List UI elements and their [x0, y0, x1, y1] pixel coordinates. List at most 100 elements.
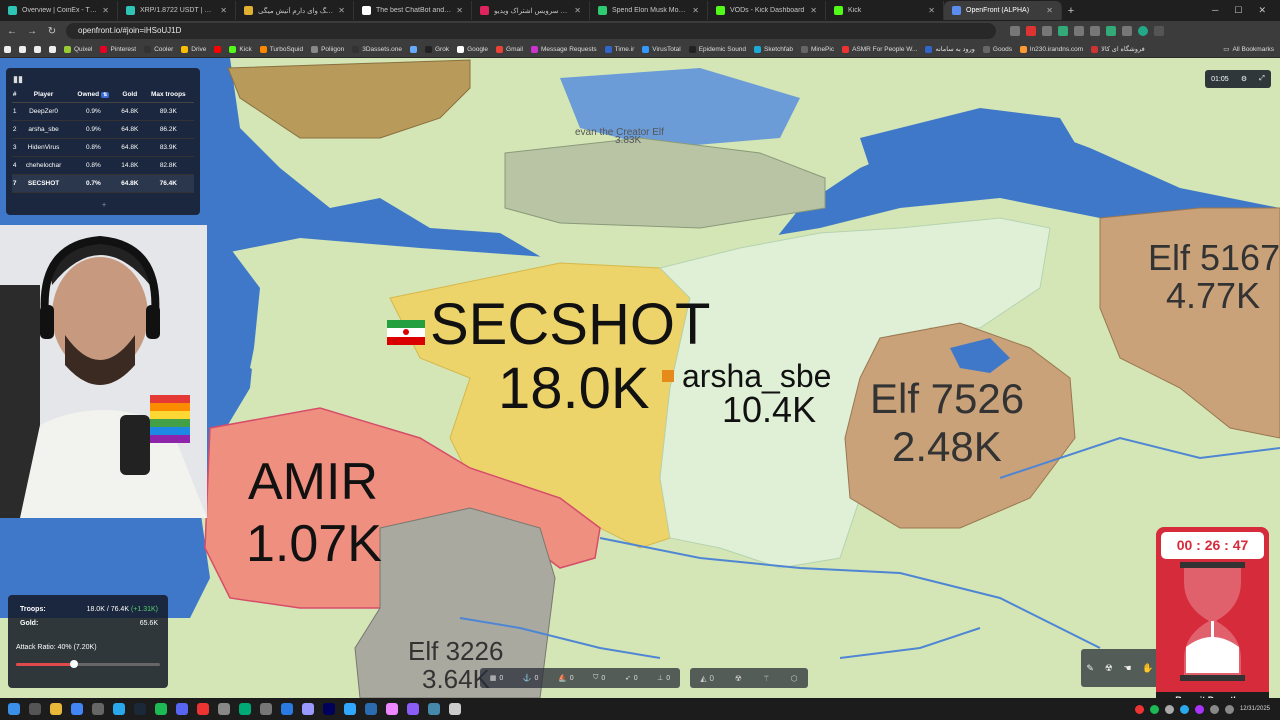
tray-icon[interactable]: [1134, 704, 1144, 714]
menu-icon[interactable]: [1154, 26, 1164, 36]
tab-kick-dashboard[interactable]: VODs - Kick Dashboard ✕: [708, 1, 826, 20]
app-icon[interactable]: [407, 703, 419, 715]
photoshop-icon[interactable]: [344, 703, 356, 715]
col-gold[interactable]: Gold: [116, 88, 143, 103]
tray-icon[interactable]: [1179, 704, 1189, 714]
premiere-icon[interactable]: [323, 703, 335, 715]
bookmark-3dassets[interactable]: 3Dassets.one: [352, 45, 402, 53]
bookmark-link[interactable]: [409, 45, 417, 53]
wifi-icon[interactable]: [1209, 704, 1219, 714]
atom-bomb-button[interactable]: ◭ 0: [700, 674, 714, 683]
hydrogen-bomb-icon[interactable]: ⬡: [791, 674, 798, 683]
telegram-icon[interactable]: [113, 703, 125, 715]
back-icon[interactable]: ←: [6, 26, 18, 37]
close-icon[interactable]: ✕: [692, 6, 699, 15]
discord-icon[interactable]: [176, 703, 188, 715]
app-icon[interactable]: [428, 703, 440, 715]
tab-elon-money[interactable]: Spend Elon Musk Money ✕: [590, 1, 708, 20]
bookmark-app-icon[interactable]: [19, 45, 26, 53]
tray-icon[interactable]: [1194, 704, 1204, 714]
pen-icon[interactable]: ✎: [1086, 663, 1094, 674]
tab-chatbot[interactable]: The best ChatBot and Widgets✕: [354, 1, 472, 20]
bookmark-youtube[interactable]: [214, 45, 222, 53]
close-icon[interactable]: ✕: [220, 6, 227, 15]
start-icon[interactable]: [8, 703, 20, 715]
tab-kick[interactable]: Kick ✕: [826, 1, 944, 20]
system-clock[interactable]: 12/31/2025: [1240, 705, 1270, 713]
app-icon[interactable]: [281, 703, 293, 715]
leaderboard-row[interactable]: 3 HidenVirus 0.8% 64.8K 83.9K: [12, 138, 194, 157]
nuke-icon[interactable]: ☢: [1105, 663, 1113, 674]
extension-icon[interactable]: [1122, 26, 1132, 36]
bookmark-sketchfab[interactable]: Sketchfab: [754, 45, 793, 53]
extension-icon[interactable]: [1042, 26, 1052, 36]
settings-gear-icon[interactable]: ⚙: [1241, 75, 1247, 83]
tray-icon[interactable]: [1149, 704, 1159, 714]
bookmark-app-icon[interactable]: [34, 45, 41, 53]
leaderboard-expand-button[interactable]: +: [102, 202, 106, 209]
close-icon[interactable]: ✕: [574, 6, 581, 15]
app-icon[interactable]: [218, 703, 230, 715]
close-icon[interactable]: ✕: [810, 6, 817, 15]
leaderboard-icon[interactable]: ▮▮: [13, 74, 23, 85]
bookmark-kick[interactable]: Kick: [229, 45, 252, 53]
exit-icon[interactable]: ⤢: [1259, 75, 1265, 83]
bookmark-turbosquid[interactable]: TurboSquid: [259, 45, 303, 53]
app-icon[interactable]: [197, 703, 209, 715]
bookmark-pinterest[interactable]: Pinterest: [100, 45, 136, 53]
close-icon[interactable]: ✕: [102, 6, 109, 15]
bookmark-asmr[interactable]: ASMR For People W...: [842, 45, 917, 53]
forward-icon[interactable]: →: [26, 26, 38, 37]
extension-icon[interactable]: [1106, 26, 1116, 36]
extension-icon[interactable]: [1010, 26, 1020, 36]
attack-ratio-knob[interactable]: [69, 660, 78, 668]
bookmark-grok[interactable]: Grok: [424, 45, 449, 53]
bookmark-cooler[interactable]: Cooler: [144, 45, 173, 53]
profile-icon[interactable]: [1138, 26, 1148, 36]
leaderboard-row-self[interactable]: 7 SECSHOT 0.7% 64.8K 76.4K: [12, 174, 194, 193]
url-input[interactable]: openfront.io/#join=iHSoUJ1D: [66, 23, 996, 39]
close-icon[interactable]: ✕: [928, 6, 935, 15]
new-tab-button[interactable]: +: [1062, 5, 1080, 17]
reload-icon[interactable]: ↻: [46, 26, 58, 37]
close-icon[interactable]: ✕: [1046, 6, 1053, 15]
bookmark-epidemic-sound[interactable]: Epidemic Sound: [688, 45, 746, 53]
bookmark-app-icon[interactable]: [49, 45, 56, 53]
tab-music-download[interactable]: دانلود آهنگ وای دارم آتیش میگی✕: [236, 1, 354, 20]
spotify-icon[interactable]: [155, 703, 167, 715]
bookmark-poliigon[interactable]: Poliigon: [311, 45, 344, 53]
leaderboard-row[interactable]: 4 chehelochar 0.8% 14.8K 82.8K: [12, 156, 194, 175]
tab-coinex-futures[interactable]: XRP/1.8722 USDT | Futures Ma✕: [118, 1, 236, 20]
bookmark-login-portal[interactable]: ورود به سامانه: [925, 45, 975, 53]
tab-coinex-overview[interactable]: Overview | CoinEx - The Global✕: [0, 1, 118, 20]
bookmark-gmail[interactable]: Gmail: [496, 45, 523, 53]
app-icon[interactable]: [92, 703, 104, 715]
after-effects-icon[interactable]: [302, 703, 314, 715]
warship-button[interactable]: ⛵ 0: [558, 674, 574, 683]
leaderboard-row[interactable]: 1 DeepZer0 0.9% 64.8K 89.3K: [12, 102, 194, 121]
extension-icon[interactable]: [1026, 26, 1036, 36]
bookmark-irandns[interactable]: ln230.irandns.com: [1020, 45, 1083, 53]
bookmark-google[interactable]: Google: [457, 45, 488, 53]
tray-icon[interactable]: [1164, 704, 1174, 714]
bookmark-shop[interactable]: فروشگاه ای کالا: [1091, 45, 1145, 53]
bookmark-time-ir[interactable]: Time.ir: [604, 45, 634, 53]
all-bookmarks-button[interactable]: ▭ All Bookmarks: [1223, 45, 1280, 54]
bookmark-drive[interactable]: Drive: [181, 45, 206, 53]
tab-aparat[interactable]: آپارات - سرویس اشتراک ویدیو✕: [472, 1, 590, 20]
extension-icon[interactable]: [1074, 26, 1084, 36]
file-explorer-icon[interactable]: [50, 703, 62, 715]
defense-post-button[interactable]: ⛉ 0: [593, 674, 605, 682]
app-icon[interactable]: [260, 703, 272, 715]
city-button[interactable]: ▦ 0: [490, 674, 504, 683]
chrome-icon[interactable]: [71, 703, 83, 715]
bookmark-app-icon[interactable]: [4, 45, 11, 53]
bookmark-message-requests[interactable]: Message Requests: [531, 45, 597, 53]
col-max-troops[interactable]: Max troops: [142, 88, 194, 103]
close-window-icon[interactable]: ✕: [1258, 5, 1266, 16]
bookmark-goods[interactable]: Goods: [982, 45, 1012, 53]
search-icon[interactable]: [29, 703, 41, 715]
bookmark-minepic[interactable]: MinePic: [800, 45, 834, 53]
missile-silo-button[interactable]: ➶ 0: [625, 674, 638, 683]
close-icon[interactable]: ✕: [338, 6, 345, 15]
